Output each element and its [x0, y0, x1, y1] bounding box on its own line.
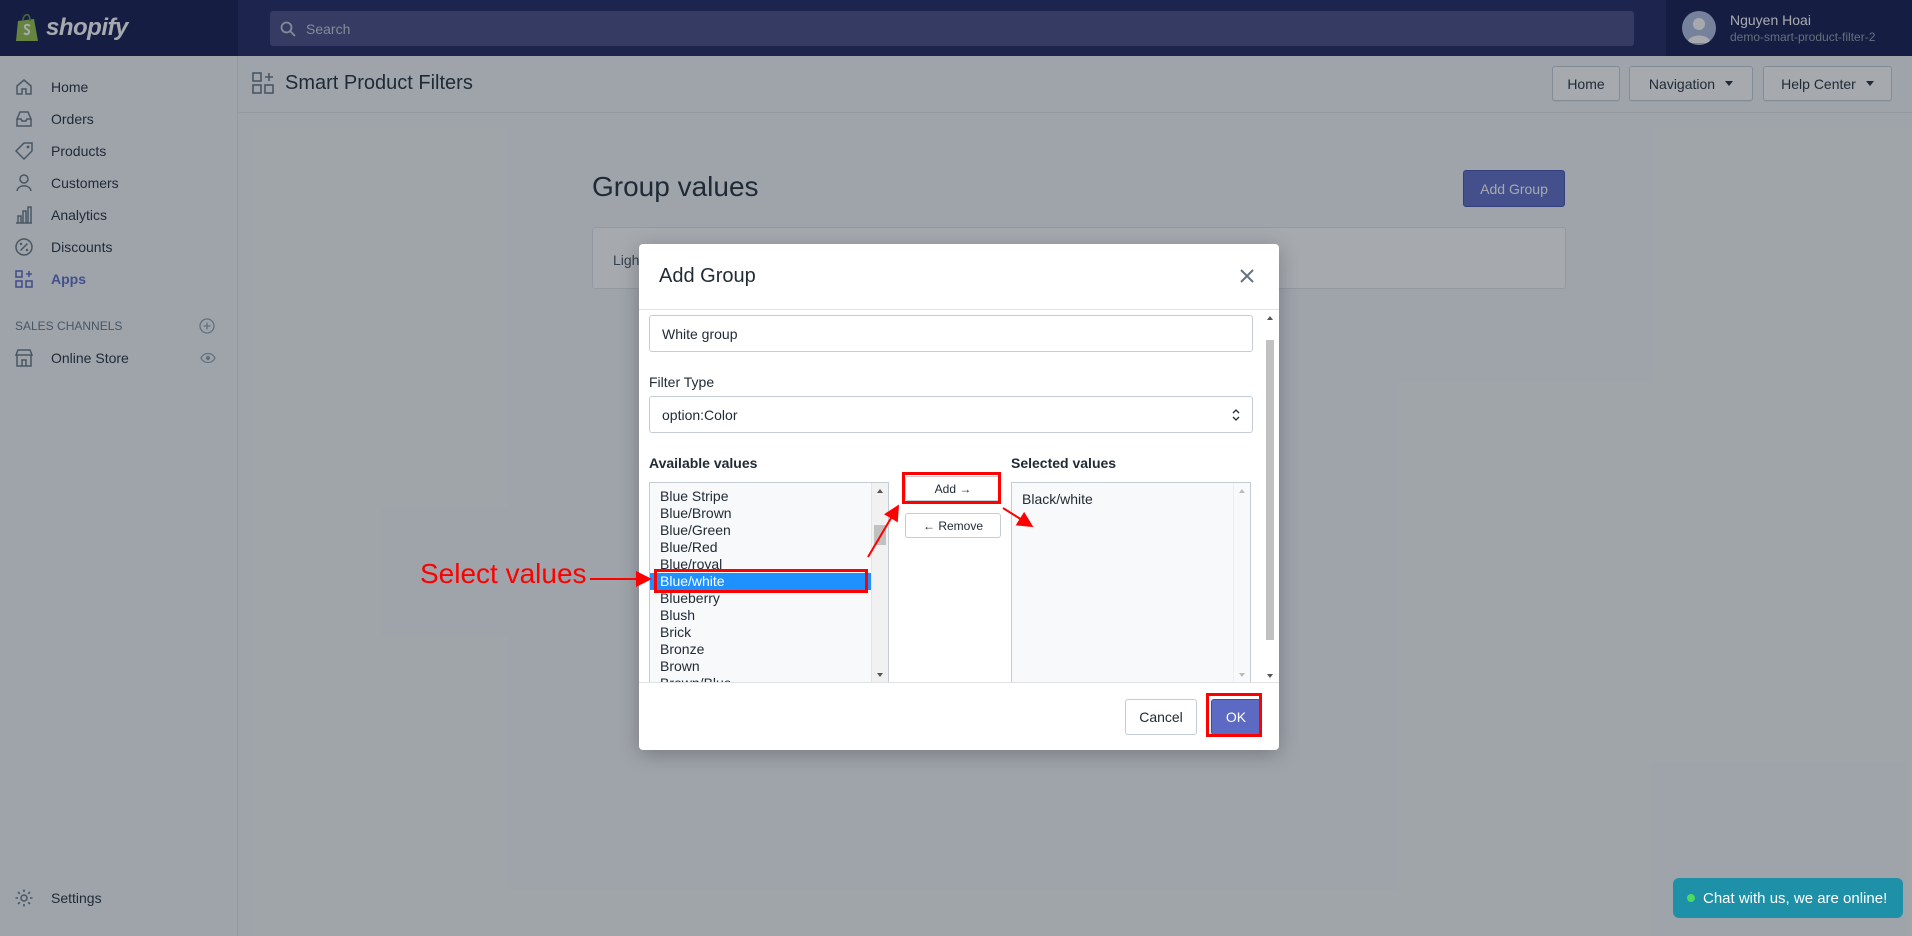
list-item[interactable]: Blue/Brown	[650, 505, 888, 522]
highlight-ok-button	[1206, 693, 1262, 737]
list-item[interactable]: Bronze	[650, 641, 888, 658]
group-name-input[interactable]: White group	[649, 315, 1253, 352]
modal-body-scrollbar[interactable]	[1263, 314, 1277, 680]
list-item[interactable]: Blue Stripe	[650, 488, 888, 505]
modal-scroll-thumb[interactable]	[1266, 340, 1274, 640]
chat-widget[interactable]: Chat with us, we are online!	[1673, 878, 1903, 918]
modal-footer: Cancel OK	[639, 682, 1279, 750]
highlight-add-button	[902, 472, 1001, 504]
scroll-up-icon[interactable]	[1239, 489, 1245, 493]
filter-type-select[interactable]: option:Color	[649, 396, 1253, 433]
scroll-down-icon[interactable]	[877, 673, 883, 677]
online-status-icon	[1687, 894, 1695, 902]
scroll-up-icon[interactable]	[1267, 316, 1273, 320]
highlight-selected-value	[654, 569, 868, 593]
list-item[interactable]: Brown/Blue	[650, 675, 888, 682]
available-list-scrollbar[interactable]	[871, 483, 888, 682]
filter-type-value: option:Color	[662, 406, 738, 423]
chat-label: Chat with us, we are online!	[1703, 889, 1888, 907]
scroll-down-icon[interactable]	[1267, 674, 1273, 678]
list-item[interactable]: Black/white	[1012, 491, 1250, 508]
available-values-label: Available values	[649, 455, 758, 471]
cancel-label: Cancel	[1139, 709, 1183, 725]
list-item[interactable]: Blue/Green	[650, 522, 888, 539]
list-item[interactable]: Brown	[650, 658, 888, 675]
selected-values-list[interactable]: Black/white	[1011, 482, 1251, 682]
scroll-up-icon[interactable]	[877, 489, 883, 493]
scroll-thumb[interactable]	[874, 525, 886, 545]
list-item[interactable]: Brick	[650, 624, 888, 641]
remove-value-label: ← Remove	[922, 518, 984, 533]
close-icon[interactable]	[1237, 266, 1257, 286]
selected-values-label: Selected values	[1011, 455, 1117, 471]
group-name-value: White group	[662, 325, 738, 342]
list-item[interactable]: Blue/Red	[650, 539, 888, 556]
annotation-text: Select values	[420, 558, 587, 589]
selected-list-scrollbar[interactable]	[1233, 483, 1250, 682]
remove-value-button[interactable]: ← Remove	[905, 513, 1001, 538]
scroll-down-icon[interactable]	[1239, 673, 1245, 677]
modal-title: Add Group	[659, 265, 756, 287]
filter-type-label: Filter Type	[649, 374, 715, 390]
modal-header: Add Group	[639, 244, 1279, 310]
list-item[interactable]: Blush	[650, 607, 888, 624]
select-arrows-icon	[1232, 409, 1240, 421]
cancel-button[interactable]: Cancel	[1125, 699, 1197, 735]
